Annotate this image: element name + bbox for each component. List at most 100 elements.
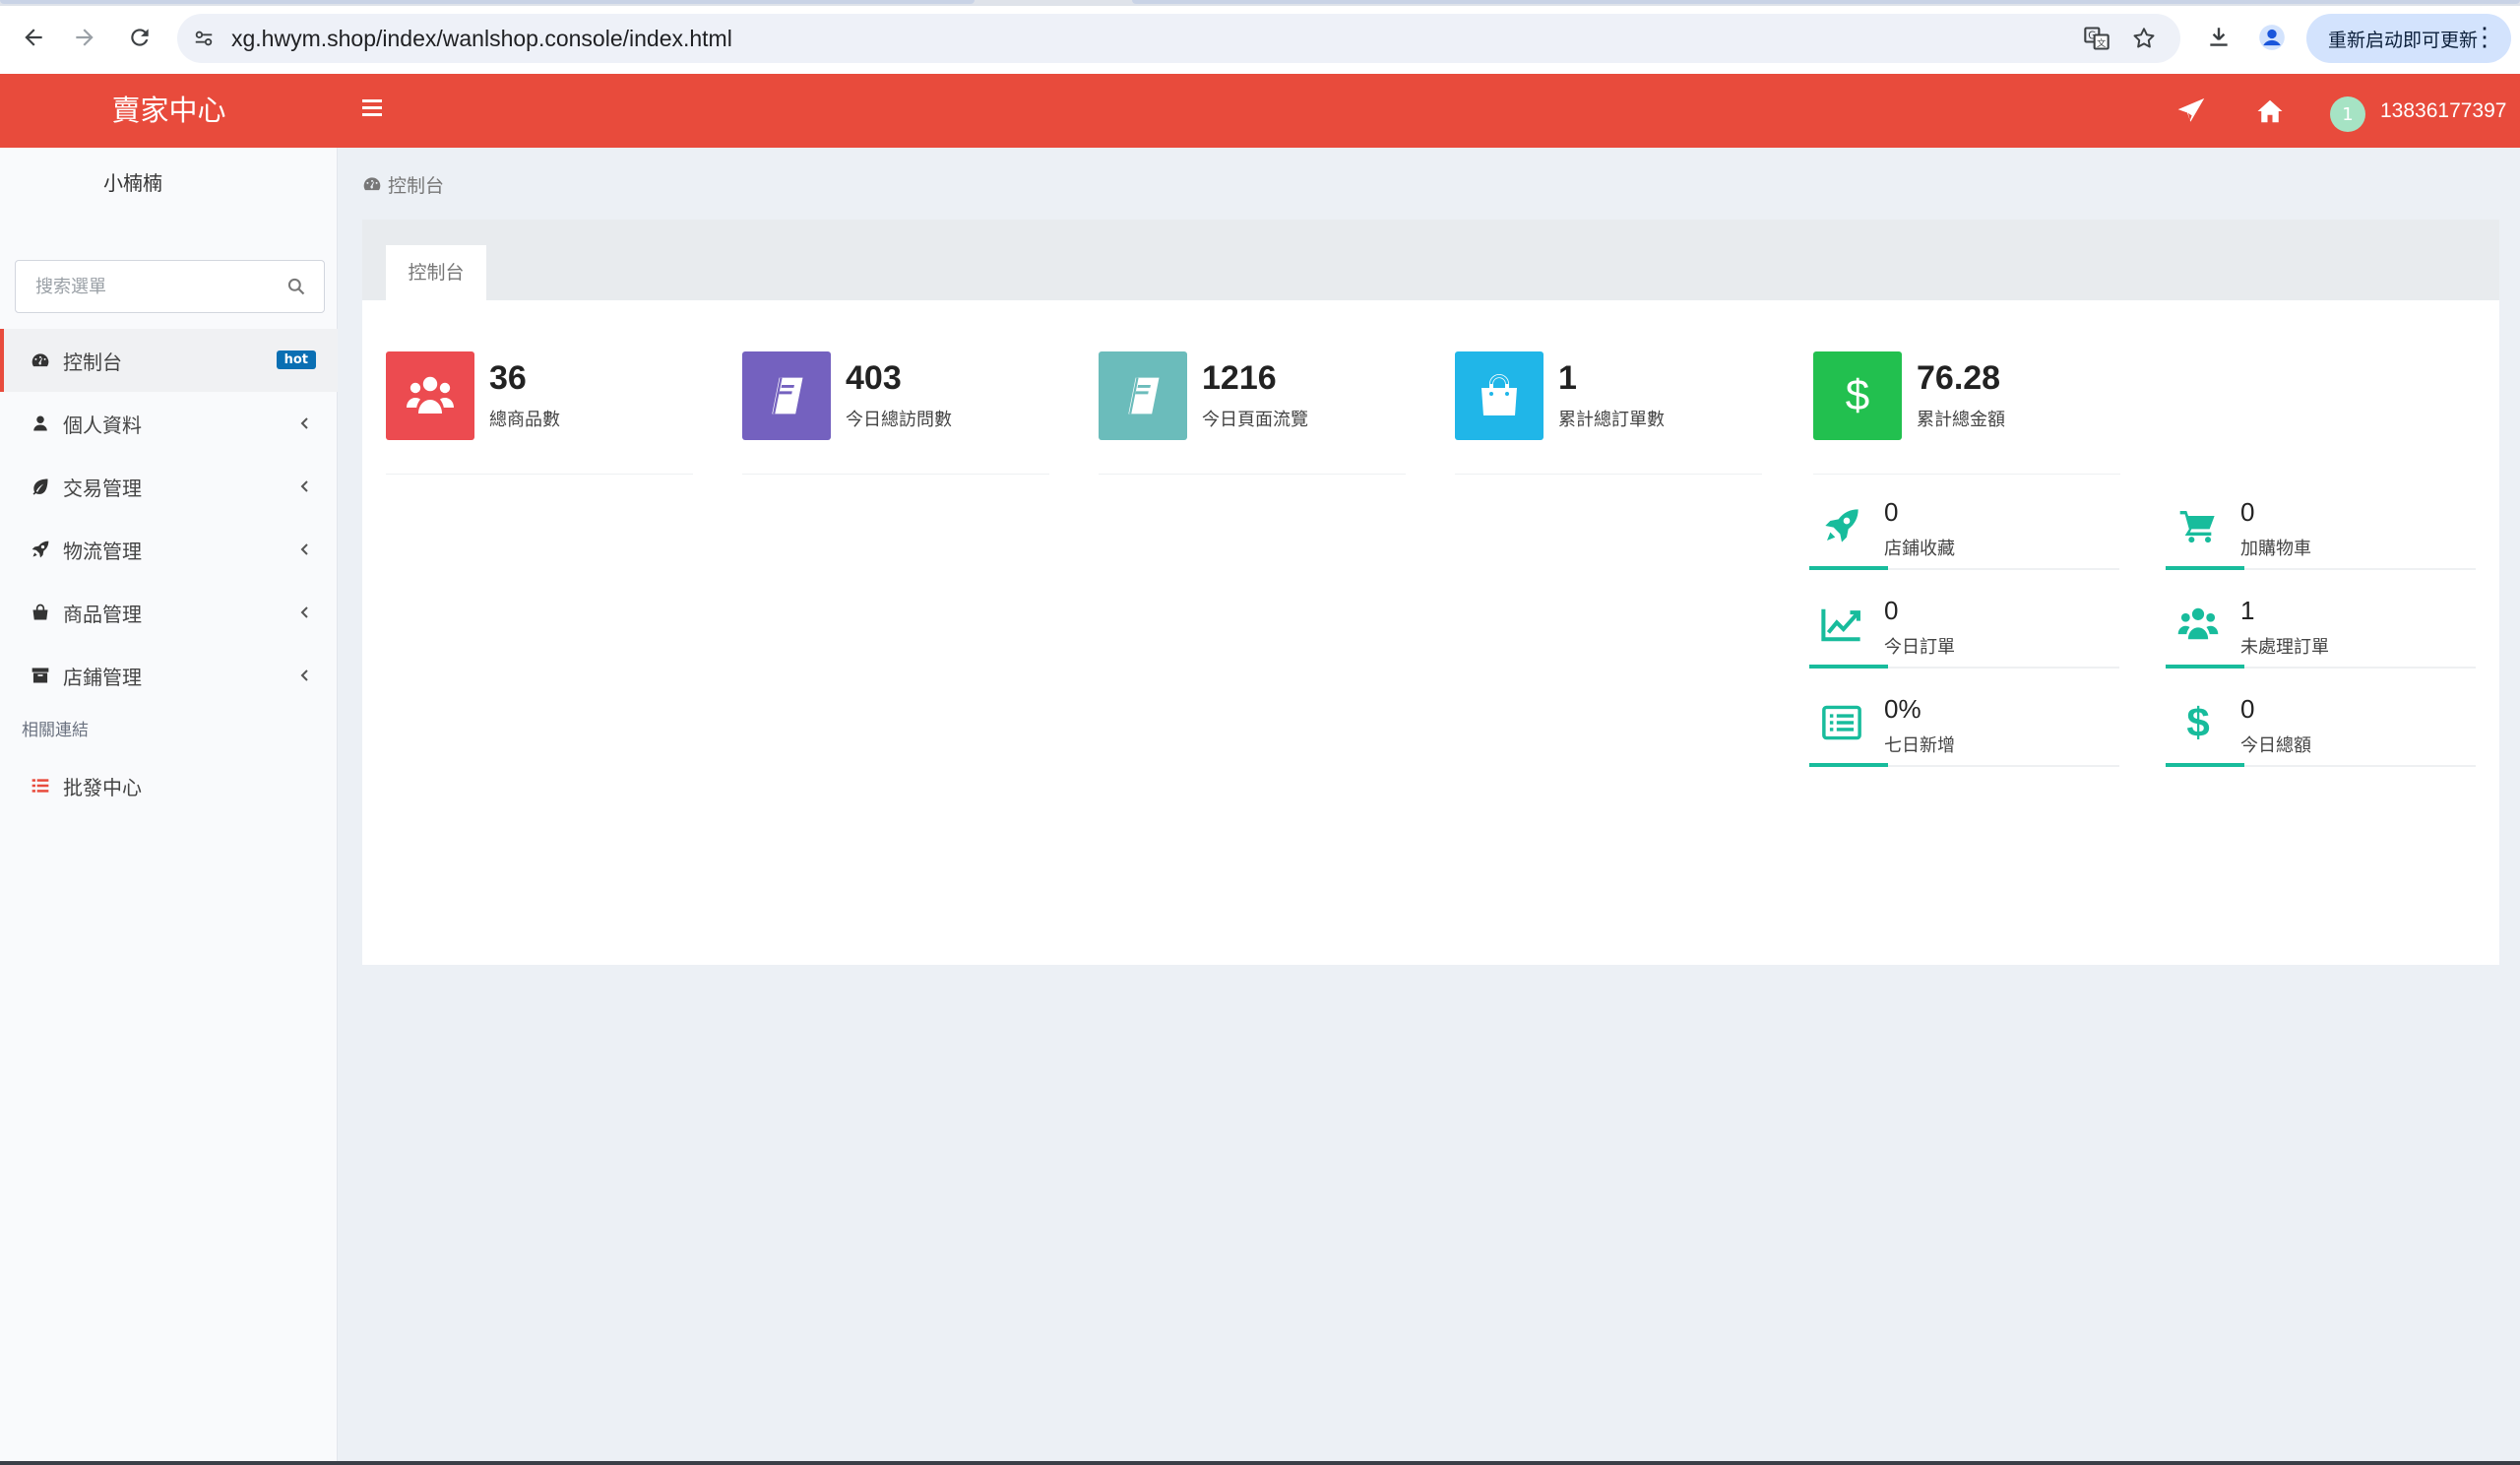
sidebar-section-header: 相關連結 bbox=[22, 721, 89, 740]
stat-card-total-products: 36 總商品數 bbox=[386, 351, 693, 475]
mini-stat-seven-day-new: 0% 七日新增 bbox=[1809, 688, 2119, 767]
mini-stat-shop-favorites: 0 店鋪收藏 bbox=[1809, 491, 2119, 570]
update-button[interactable]: 重新启动即可更新 ⋮ bbox=[2306, 14, 2511, 63]
list-icon bbox=[30, 775, 51, 796]
stat-value: 403 bbox=[846, 359, 902, 397]
sidebar-item-wholesale[interactable]: 批發中心 bbox=[0, 754, 338, 817]
tab-strip bbox=[0, 0, 2520, 6]
dashboard-icon bbox=[30, 350, 51, 371]
stat-card-total-amount: $ 76.28 累計總金額 bbox=[1813, 351, 2120, 475]
mini-stat-label: 店鋪收藏 bbox=[1884, 539, 1955, 559]
logo[interactable]: 賣家中心 bbox=[0, 74, 338, 148]
mini-stat-value: 0 bbox=[2240, 497, 2255, 527]
chevron-left-icon bbox=[300, 669, 308, 681]
shopping-bag-icon bbox=[1455, 351, 1544, 440]
translate-icon[interactable]: G文 bbox=[2082, 24, 2111, 53]
profile-icon[interactable] bbox=[2254, 20, 2290, 55]
mini-stat-label: 今日訂單 bbox=[1884, 637, 1955, 658]
mini-stat-value: 0 bbox=[1884, 596, 1899, 625]
address-bar[interactable]: xg.hwym.shop/index/wanlshop.console/inde… bbox=[177, 14, 2180, 63]
sidebar-item-label: 交易管理 bbox=[63, 476, 142, 500]
avatar[interactable]: 1 bbox=[2330, 96, 2365, 132]
mini-stat-value: 0% bbox=[1884, 694, 1922, 724]
stat-card-today-pageviews: 1216 今日頁面流覽 bbox=[1099, 351, 1406, 475]
user-icon bbox=[30, 413, 51, 434]
shopping-bag-icon bbox=[30, 602, 51, 623]
sidebar-item-label: 批發中心 bbox=[63, 775, 142, 799]
mini-stat-value: 0 bbox=[1884, 497, 1899, 527]
sidebar-item-dashboard[interactable]: 控制台 hot bbox=[0, 329, 338, 392]
taskbar-edge bbox=[0, 1461, 2520, 1465]
home-icon[interactable] bbox=[2252, 94, 2288, 129]
sidebar-item-label: 店鋪管理 bbox=[63, 665, 142, 689]
breadcrumb: 控制台 bbox=[362, 169, 444, 199]
mini-stat-pending-orders: 1 未處理訂單 bbox=[2166, 590, 2476, 669]
mini-stat-label: 加購物車 bbox=[2240, 539, 2311, 559]
sidebar-item-label: 商品管理 bbox=[63, 602, 142, 626]
site-settings-icon[interactable] bbox=[189, 24, 219, 53]
url-text[interactable]: xg.hwym.shop/index/wanlshop.console/inde… bbox=[231, 14, 732, 63]
panel-tab-bar: 控制台 bbox=[362, 220, 2499, 300]
book-icon bbox=[1099, 351, 1187, 440]
list-alt-icon bbox=[1819, 700, 1864, 745]
users-icon bbox=[2175, 602, 2221, 647]
mini-stat-label: 今日總額 bbox=[2240, 735, 2311, 756]
sidebar-menu: 控制台 hot 個人資料 交易管理 物流管理 商品管理 店鋪管理 相關連結 批發… bbox=[0, 329, 338, 817]
dashboard-icon bbox=[363, 177, 381, 191]
dollar-icon: $ bbox=[1813, 351, 1902, 440]
stat-value: 76.28 bbox=[1917, 359, 2001, 397]
sidebar-item-trade[interactable]: 交易管理 bbox=[0, 455, 338, 518]
sidebar-item-products[interactable]: 商品管理 bbox=[0, 581, 338, 644]
archive-icon bbox=[30, 665, 51, 686]
bookmark-star-icon[interactable] bbox=[2129, 24, 2159, 53]
sidebar-search bbox=[15, 260, 325, 313]
menu-toggle-icon[interactable] bbox=[356, 96, 388, 127]
breadcrumb-label[interactable]: 控制台 bbox=[388, 171, 444, 198]
stat-label: 累計總金額 bbox=[1917, 410, 2005, 430]
username[interactable]: 13836177397 bbox=[2380, 74, 2506, 148]
users-icon bbox=[386, 351, 474, 440]
search-icon[interactable] bbox=[286, 277, 306, 296]
book-icon bbox=[742, 351, 831, 440]
line-chart-icon bbox=[1819, 602, 1864, 647]
more-vert-icon[interactable]: ⋮ bbox=[2472, 22, 2497, 52]
mini-stat-add-cart: 0 加購物車 bbox=[2166, 491, 2476, 570]
search-input[interactable] bbox=[16, 261, 272, 312]
chevron-left-icon bbox=[300, 543, 308, 555]
rocket-icon bbox=[30, 539, 51, 560]
tab-dashboard[interactable]: 控制台 bbox=[386, 245, 486, 300]
hot-badge: hot bbox=[276, 350, 316, 369]
sidebar-item-label: 物流管理 bbox=[63, 539, 142, 563]
download-icon[interactable] bbox=[2201, 20, 2236, 55]
sidebar-item-shop[interactable]: 店鋪管理 bbox=[0, 644, 338, 707]
stat-label: 累計總訂單數 bbox=[1558, 410, 1665, 430]
rocket-icon bbox=[1819, 503, 1864, 548]
app-header: 賣家中心 bbox=[0, 74, 2520, 148]
sidebar-item-label: 個人資料 bbox=[63, 413, 142, 437]
stat-label: 總商品數 bbox=[489, 410, 560, 430]
stat-card-total-orders: 1 累計總訂單數 bbox=[1455, 351, 1762, 475]
mini-stat-today-total: $ 0 今日總額 bbox=[2166, 688, 2476, 767]
chevron-left-icon bbox=[300, 480, 308, 492]
paper-plane-icon[interactable] bbox=[2174, 94, 2209, 129]
sidebar-item-logistics[interactable]: 物流管理 bbox=[0, 518, 338, 581]
mini-stat-label: 未處理訂單 bbox=[2240, 637, 2329, 658]
sidebar-item-profile[interactable]: 個人資料 bbox=[0, 392, 338, 455]
svg-text:文: 文 bbox=[2097, 37, 2106, 49]
reload-icon[interactable] bbox=[120, 18, 159, 57]
mini-stat-value: 1 bbox=[2240, 596, 2255, 625]
forward-icon[interactable] bbox=[65, 18, 104, 57]
stat-value: 1 bbox=[1558, 359, 1577, 397]
dollar-icon: $ bbox=[2186, 699, 2210, 745]
update-button-label: 重新启动即可更新 bbox=[2328, 30, 2479, 51]
browser-toolbar: xg.hwym.shop/index/wanlshop.console/inde… bbox=[0, 0, 2520, 74]
dashboard-panel: 控制台 36 總商品數 403 今日總訪問數 1216 今日頁面流覽 1 累計總… bbox=[362, 220, 2499, 965]
mini-stat-value: 0 bbox=[2240, 694, 2255, 724]
stat-card-today-visits: 403 今日總訪問數 bbox=[742, 351, 1049, 475]
mini-stat-label: 七日新增 bbox=[1884, 735, 1955, 756]
chevron-left-icon bbox=[300, 606, 308, 618]
mini-stat-today-orders: 0 今日訂單 bbox=[1809, 590, 2119, 669]
stat-label: 今日總訪問數 bbox=[846, 410, 952, 430]
back-icon[interactable] bbox=[14, 18, 53, 57]
stat-label: 今日頁面流覽 bbox=[1202, 410, 1308, 430]
